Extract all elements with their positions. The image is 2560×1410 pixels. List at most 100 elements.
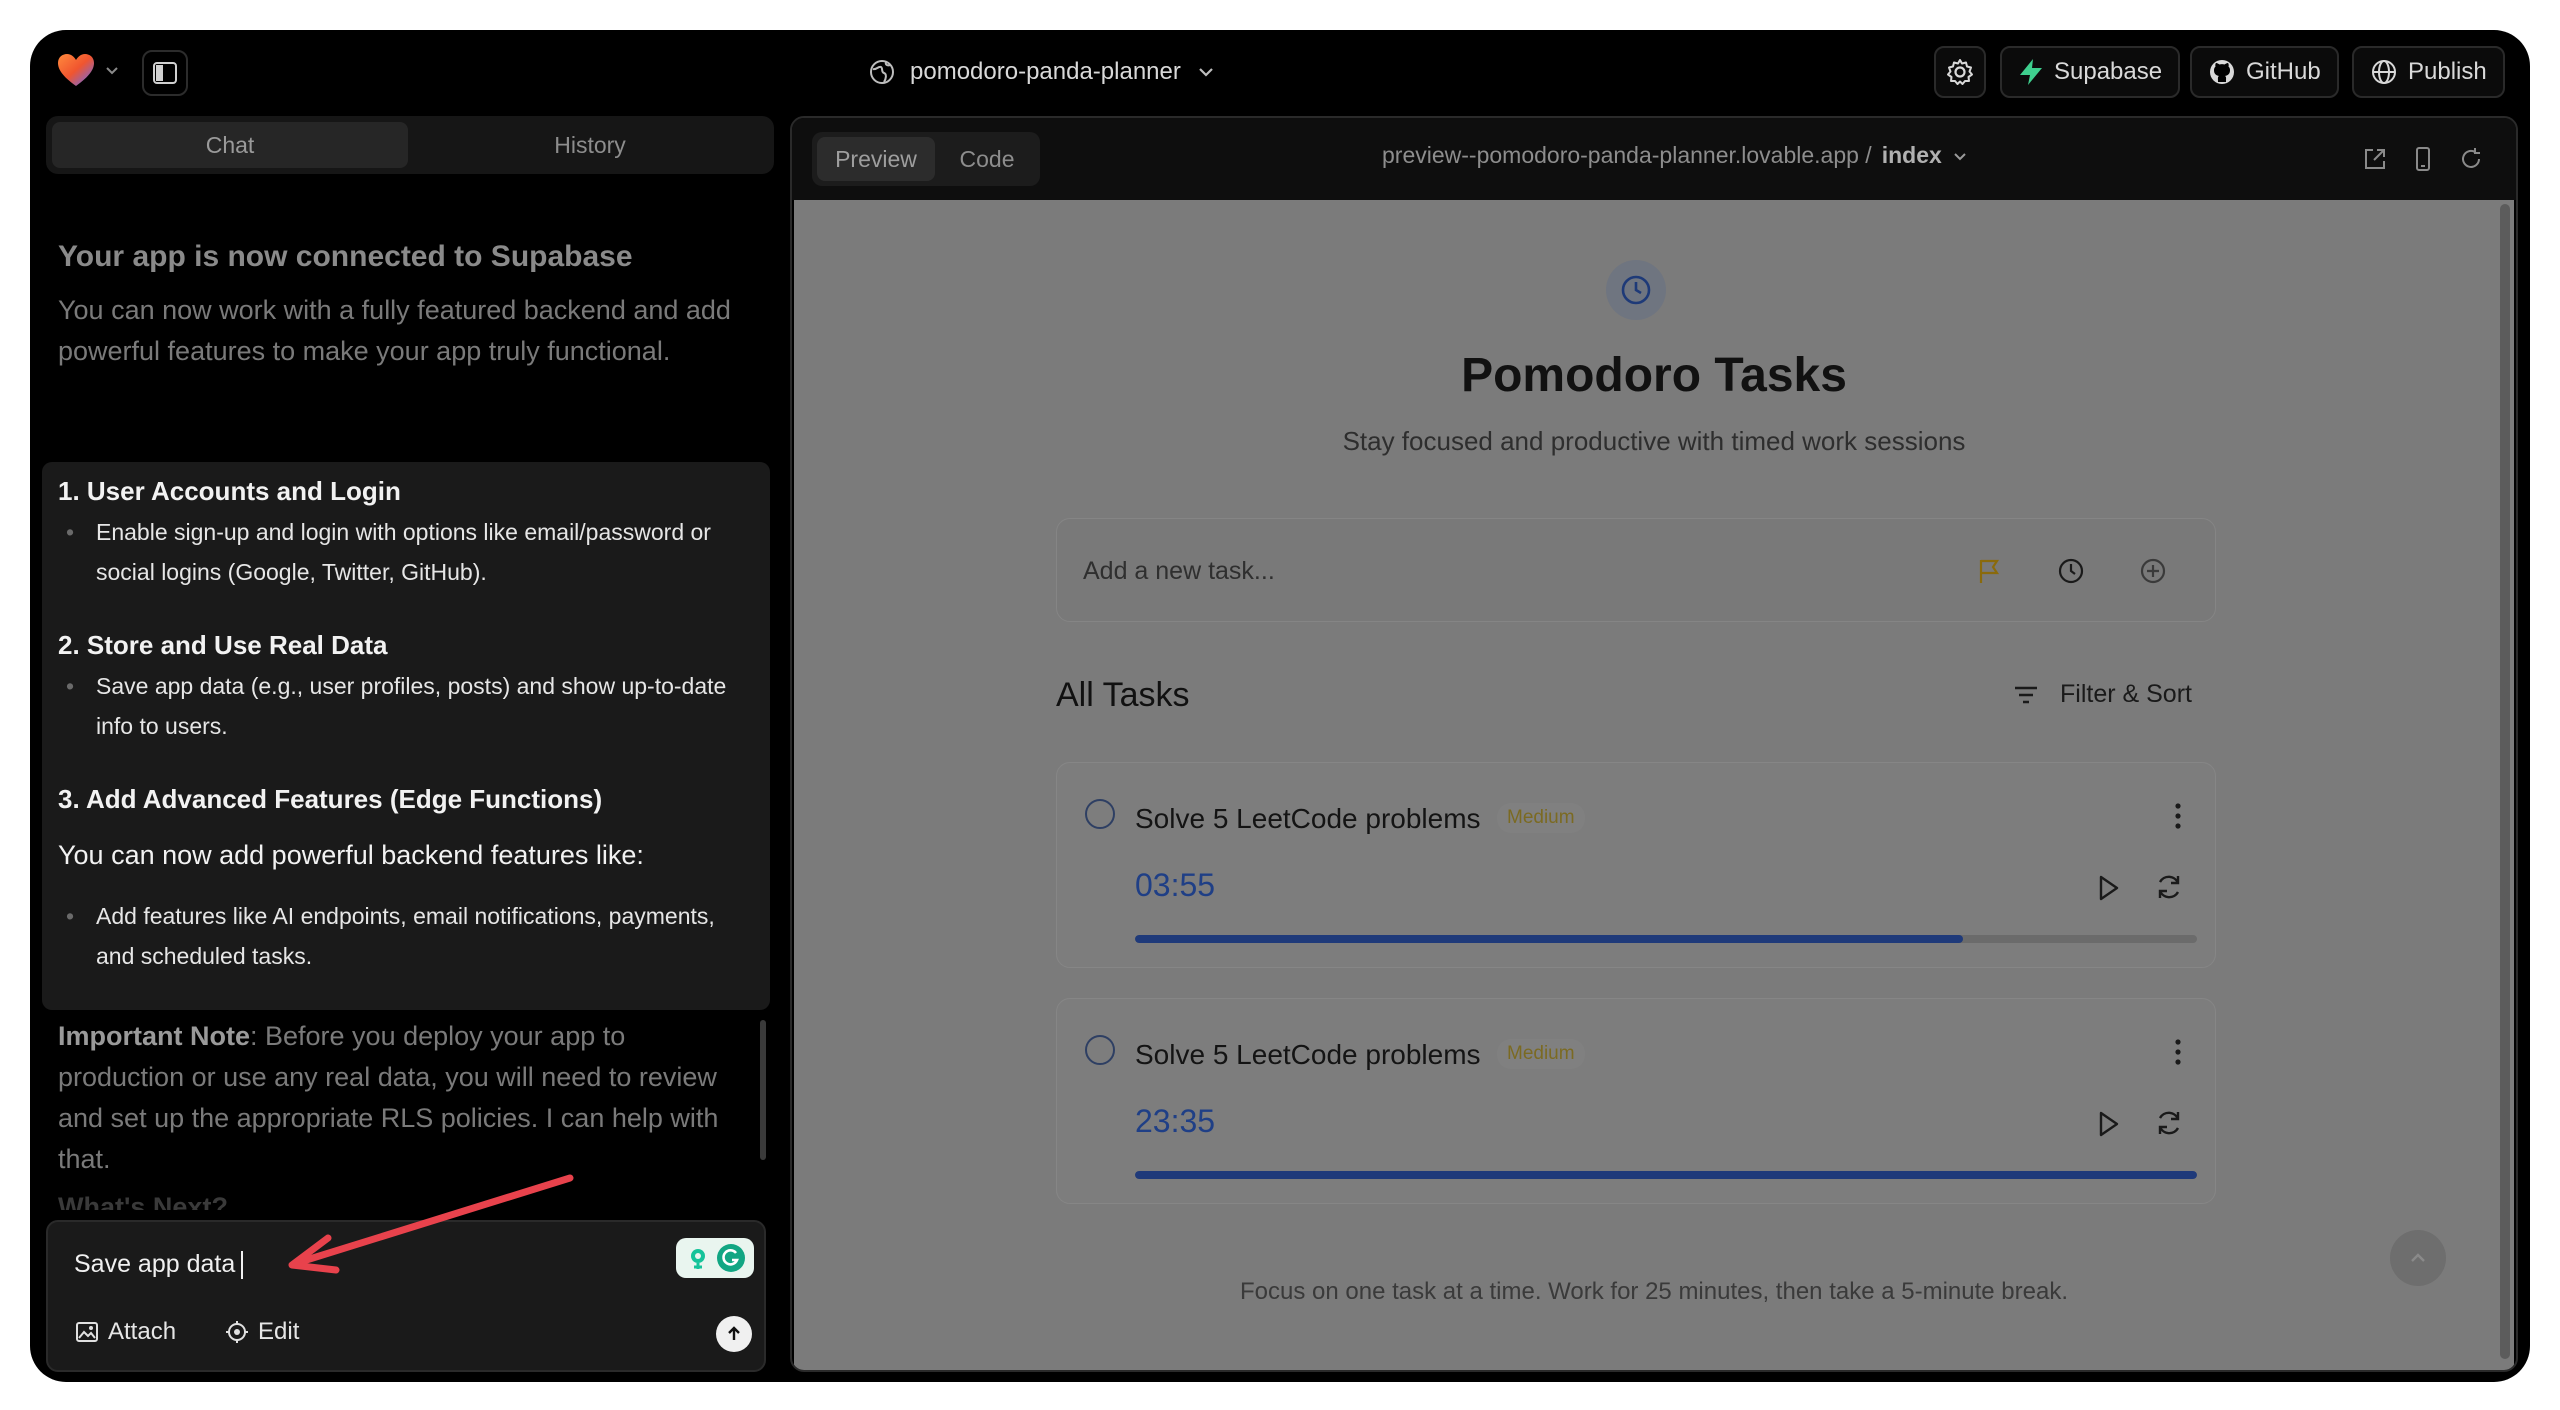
- features-card: 1. User Accounts and Login Enable sign-u…: [42, 462, 770, 1010]
- new-task-input[interactable]: [1083, 549, 1883, 593]
- task-title: Solve 5 LeetCode problems: [1135, 803, 1481, 834]
- refresh-icon[interactable]: [2153, 871, 2185, 903]
- filter-sort-button[interactable]: Filter & Sort: [2012, 680, 2192, 709]
- text-cursor: [241, 1251, 244, 1280]
- clock-badge: [1606, 260, 1666, 320]
- section-bullet: Save app data (e.g., user profiles, post…: [66, 666, 738, 746]
- settings-button[interactable]: [1934, 46, 1986, 98]
- task-timer: 23:35: [1135, 1103, 1216, 1139]
- sidebar-toggle-icon: [153, 62, 177, 84]
- flag-icon[interactable]: [1973, 555, 2005, 587]
- message-input[interactable]: Save app data: [74, 1250, 244, 1280]
- supabase-button[interactable]: Supabase: [2000, 46, 2181, 98]
- chat-intro: You can now work with a fully featured b…: [58, 295, 731, 366]
- external-link-icon[interactable]: [2360, 144, 2390, 174]
- filter-icon: [2015, 686, 2037, 703]
- preview-url[interactable]: preview--pomodoro-panda-planner.lovable.…: [1382, 142, 1968, 169]
- task-progress-bar: [1135, 935, 2197, 943]
- app-window: pomodoro-panda-planner Supabase GitHub P…: [30, 30, 2530, 1382]
- publish-button[interactable]: Publish: [2352, 46, 2505, 98]
- chat-history-tabs: Chat History: [46, 116, 774, 174]
- preview-toolbar: Preview Code preview--pomodoro-panda-pla…: [792, 118, 2516, 200]
- task-card: Solve 5 LeetCode problems Medium 03:55: [1056, 762, 2216, 968]
- bolt-icon: [2020, 59, 2042, 85]
- play-icon[interactable]: [2093, 873, 2123, 903]
- task-title: Solve 5 LeetCode problems: [1135, 1039, 1481, 1070]
- target-icon: [226, 1321, 248, 1343]
- chevron-down-icon: [1199, 68, 1213, 77]
- edit-button[interactable]: Edit: [224, 1318, 299, 1346]
- more-vertical-icon[interactable]: [2173, 1037, 2183, 1067]
- task-progress-fill: [1135, 935, 1964, 943]
- app-footer-tip: Focus on one task at a time. Work for 25…: [1240, 1278, 2068, 1305]
- url-text: preview--pomodoro-panda-planner.lovable.…: [1382, 142, 1872, 168]
- chevron-down-icon: [1954, 152, 1966, 160]
- attach-label: Attach: [108, 1318, 177, 1345]
- task-checkbox[interactable]: [1085, 799, 1115, 829]
- message-input-text: Save app data: [74, 1250, 236, 1278]
- grammarly-logo-icon: [716, 1244, 745, 1272]
- github-icon: [2210, 60, 2234, 84]
- app-preview: Pomodoro Tasks Stay focused and producti…: [794, 200, 2514, 1370]
- route-name: index: [1881, 142, 1942, 168]
- plus-circle-icon[interactable]: [2137, 555, 2169, 587]
- task-card: Solve 5 LeetCode problems Medium 23:35: [1056, 998, 2216, 1204]
- section-title: 2. Store and Use Real Data: [58, 630, 388, 660]
- bullet-text: Add features like AI endpoints, email no…: [96, 903, 715, 969]
- phone-icon[interactable]: [2408, 144, 2438, 174]
- task-progress-fill: [1135, 1171, 2197, 1179]
- chat-thread: Your app is now connected to Supabase Yo…: [30, 180, 790, 1210]
- task-checkbox[interactable]: [1085, 1035, 1115, 1065]
- play-icon[interactable]: [2093, 1109, 2123, 1139]
- chat-scrollbar[interactable]: [760, 1020, 766, 1160]
- supabase-label: Supabase: [2054, 58, 2163, 85]
- github-button[interactable]: GitHub: [2190, 46, 2339, 98]
- tab-code[interactable]: Code: [940, 137, 1034, 181]
- tab-preview[interactable]: Preview: [817, 137, 935, 181]
- sidebar-toggle-button[interactable]: [142, 50, 188, 96]
- clock-icon[interactable]: [2055, 555, 2087, 587]
- reload-icon[interactable]: [2456, 144, 2486, 174]
- heart-logo-icon[interactable]: [56, 52, 96, 88]
- globe-icon: [870, 60, 894, 84]
- add-task-bar: [1056, 518, 2216, 622]
- chevron-down-icon[interactable]: [102, 60, 122, 80]
- grammarly-widget[interactable]: [676, 1238, 754, 1278]
- section-lead: You can now add powerful backend feature…: [58, 840, 644, 870]
- annotation-arrow: [288, 1174, 574, 1274]
- tab-chat[interactable]: Chat: [52, 122, 408, 168]
- bullet-text: Save app data (e.g., user profiles, post…: [96, 673, 727, 739]
- clock-icon: [1621, 275, 1651, 305]
- bullet-text: Enable sign-up and login with options li…: [96, 519, 711, 585]
- top-bar: pomodoro-panda-planner Supabase GitHub P…: [30, 30, 2530, 112]
- image-icon: [76, 1322, 98, 1342]
- tab-history[interactable]: History: [412, 122, 768, 168]
- refresh-icon[interactable]: [2153, 1107, 2185, 1139]
- arrow-up-icon: [728, 1326, 740, 1340]
- important-note: Important Note: Before you deploy your a…: [58, 1016, 748, 1180]
- preview-scrollbar[interactable]: [2500, 204, 2510, 1359]
- chevron-up-icon: [2411, 1253, 2425, 1262]
- attach-button[interactable]: Attach: [74, 1318, 176, 1346]
- section-title: 3. Add Advanced Features (Edge Functions…: [58, 784, 603, 814]
- section-bullet: Enable sign-up and login with options li…: [66, 512, 738, 592]
- globe-icon: [2372, 60, 2396, 84]
- grammarly-icon: [690, 1249, 705, 1269]
- more-vertical-icon[interactable]: [2173, 801, 2183, 831]
- task-timer: 03:55: [1135, 867, 1216, 903]
- section-bullet: Add features like AI endpoints, email no…: [66, 896, 738, 976]
- publish-label: Publish: [2408, 58, 2487, 85]
- priority-badge: Medium: [1497, 1039, 1585, 1069]
- send-button[interactable]: [716, 1316, 752, 1352]
- priority-badge: Medium: [1497, 803, 1585, 833]
- gear-icon: [1947, 59, 1973, 85]
- app-title: Pomodoro Tasks: [1461, 349, 1847, 402]
- filter-label: Filter & Sort: [2060, 680, 2192, 708]
- preview-panel: Preview Code preview--pomodoro-panda-pla…: [790, 116, 2518, 1372]
- github-label: GitHub: [2246, 58, 2321, 85]
- note-label: Important Note: [58, 1021, 250, 1051]
- project-selector[interactable]: pomodoro-panda-planner: [868, 52, 1217, 92]
- edit-label: Edit: [258, 1318, 300, 1345]
- task-progress-bar: [1135, 1171, 2197, 1179]
- project-name: pomodoro-panda-planner: [910, 58, 1181, 85]
